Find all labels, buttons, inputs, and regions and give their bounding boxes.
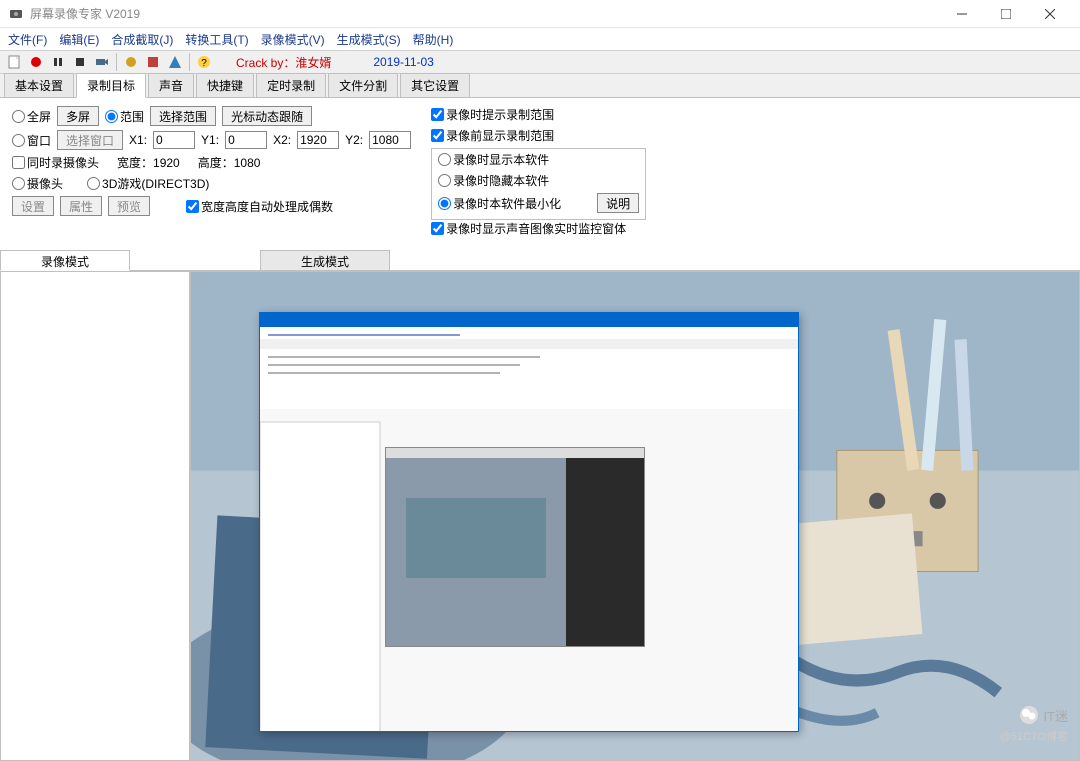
- multi-screen-button[interactable]: 多屏: [57, 106, 99, 126]
- y1-label: Y1:: [201, 133, 219, 147]
- titlebar: 屏幕录像专家 V2019: [0, 0, 1080, 28]
- props-button: 属性: [60, 196, 102, 216]
- window-title: 屏幕录像专家 V2019: [30, 5, 940, 22]
- radio-show-software[interactable]: 录像时显示本软件: [438, 151, 549, 168]
- pause-icon[interactable]: [48, 52, 68, 72]
- menu-record-mode[interactable]: 录像模式(V): [261, 31, 325, 48]
- menu-edit[interactable]: 编辑(E): [59, 31, 99, 48]
- menu-gen-mode[interactable]: 生成模式(S): [337, 31, 401, 48]
- wechat-icon: [1019, 705, 1039, 725]
- nested-inner-window: [385, 447, 645, 647]
- y1-input[interactable]: [225, 131, 267, 149]
- menu-convert[interactable]: 转换工具(T): [185, 31, 248, 48]
- x1-input[interactable]: [153, 131, 195, 149]
- tool-icon-3[interactable]: [165, 52, 185, 72]
- check-auto-even[interactable]: 宽度高度自动处理成偶数: [186, 198, 333, 215]
- settings-tabs: 基本设置 录制目标 声音 快捷键 定时录制 文件分割 其它设置: [0, 74, 1080, 98]
- left-pane: [0, 271, 190, 761]
- radio-camera[interactable]: 摄像头: [12, 175, 63, 192]
- toolbar: ? Crack by：淮女婿 2019-11-03: [0, 50, 1080, 74]
- x2-input[interactable]: [297, 131, 339, 149]
- radio-hide-software[interactable]: 录像时隐藏本软件: [438, 172, 549, 189]
- help-icon[interactable]: ?: [194, 52, 214, 72]
- mode-tab-record[interactable]: 录像模式: [0, 250, 130, 271]
- tab-basic[interactable]: 基本设置: [4, 73, 74, 98]
- check-show-range-during[interactable]: 录像时提示录制范围: [431, 106, 554, 123]
- check-record-camera[interactable]: 同时录摄像头: [12, 154, 99, 171]
- check-show-monitor[interactable]: 录像时显示声音图像实时监控窗体: [431, 220, 626, 237]
- tab-sound[interactable]: 声音: [148, 73, 194, 98]
- nested-inner-icon: [386, 458, 644, 646]
- software-visibility-group: 录像时显示本软件 录像时隐藏本软件 录像时本软件最小化 说明: [431, 148, 646, 220]
- cursor-follow-button[interactable]: 光标动态跟随: [222, 106, 312, 126]
- camera-icon[interactable]: [92, 52, 112, 72]
- x2-label: X2:: [273, 133, 291, 147]
- tab-split[interactable]: 文件分割: [328, 73, 398, 98]
- y2-input[interactable]: [369, 131, 411, 149]
- tool-icon-2[interactable]: [143, 52, 163, 72]
- radio-fullscreen[interactable]: 全屏: [12, 108, 51, 125]
- settings-button: 设置: [12, 196, 54, 216]
- select-range-button[interactable]: 选择范围: [150, 106, 216, 126]
- close-button[interactable]: [1028, 0, 1072, 28]
- minimize-button[interactable]: [940, 0, 984, 28]
- height-label: 高度：1080: [198, 154, 261, 171]
- nested-titlebar: [260, 313, 798, 327]
- radio-minimize-software[interactable]: 录像时本软件最小化: [438, 195, 561, 212]
- radio-range[interactable]: 范围: [105, 108, 144, 125]
- target-panel: 全屏 多屏 范围 选择范围 光标动态跟随 窗口 选择窗口 X1: Y1: X2:…: [0, 98, 1080, 249]
- toolbar-separator: [116, 53, 117, 71]
- preview-button: 预览: [108, 196, 150, 216]
- maximize-button[interactable]: [984, 0, 1028, 28]
- menu-help[interactable]: 帮助(H): [413, 31, 454, 48]
- radio-window[interactable]: 窗口: [12, 132, 51, 149]
- explain-button[interactable]: 说明: [597, 193, 639, 213]
- menu-file[interactable]: 文件(F): [8, 31, 47, 48]
- content-area: [0, 271, 1080, 761]
- tab-target[interactable]: 录制目标: [76, 73, 146, 98]
- tab-other[interactable]: 其它设置: [400, 73, 470, 98]
- mode-tab-generate[interactable]: 生成模式: [260, 250, 390, 271]
- check-show-range-before[interactable]: 录像前显示录制范围: [431, 127, 554, 144]
- mode-tabs: 录像模式 生成模式: [0, 249, 1080, 271]
- stop-icon[interactable]: [70, 52, 90, 72]
- svg-text:?: ?: [201, 58, 207, 69]
- preview-pane: [190, 271, 1080, 761]
- crack-label: Crack by：淮女婿: [236, 54, 331, 71]
- app-icon: [8, 6, 24, 22]
- width-label: 宽度：1920: [117, 154, 180, 171]
- tab-hotkey[interactable]: 快捷键: [196, 73, 254, 98]
- nested-window: [259, 312, 799, 732]
- date-label: 2019-11-03: [373, 55, 434, 69]
- toolbar-separator: [189, 53, 190, 71]
- tool-icon-1[interactable]: [121, 52, 141, 72]
- select-window-button: 选择窗口: [57, 130, 123, 150]
- nested-content: [260, 327, 798, 731]
- watermark: IT迷: [1019, 705, 1068, 728]
- x1-label: X1:: [129, 133, 147, 147]
- new-icon[interactable]: [4, 52, 24, 72]
- menu-capture[interactable]: 合成截取(J): [111, 31, 173, 48]
- tab-timed[interactable]: 定时录制: [256, 73, 326, 98]
- menubar: 文件(F) 编辑(E) 合成截取(J) 转换工具(T) 录像模式(V) 生成模式…: [0, 28, 1080, 50]
- record-icon[interactable]: [26, 52, 46, 72]
- y2-label: Y2:: [345, 133, 363, 147]
- radio-d3d[interactable]: 3D游戏(DIRECT3D): [87, 175, 209, 192]
- blog-watermark: @51CTO博客: [1000, 728, 1068, 744]
